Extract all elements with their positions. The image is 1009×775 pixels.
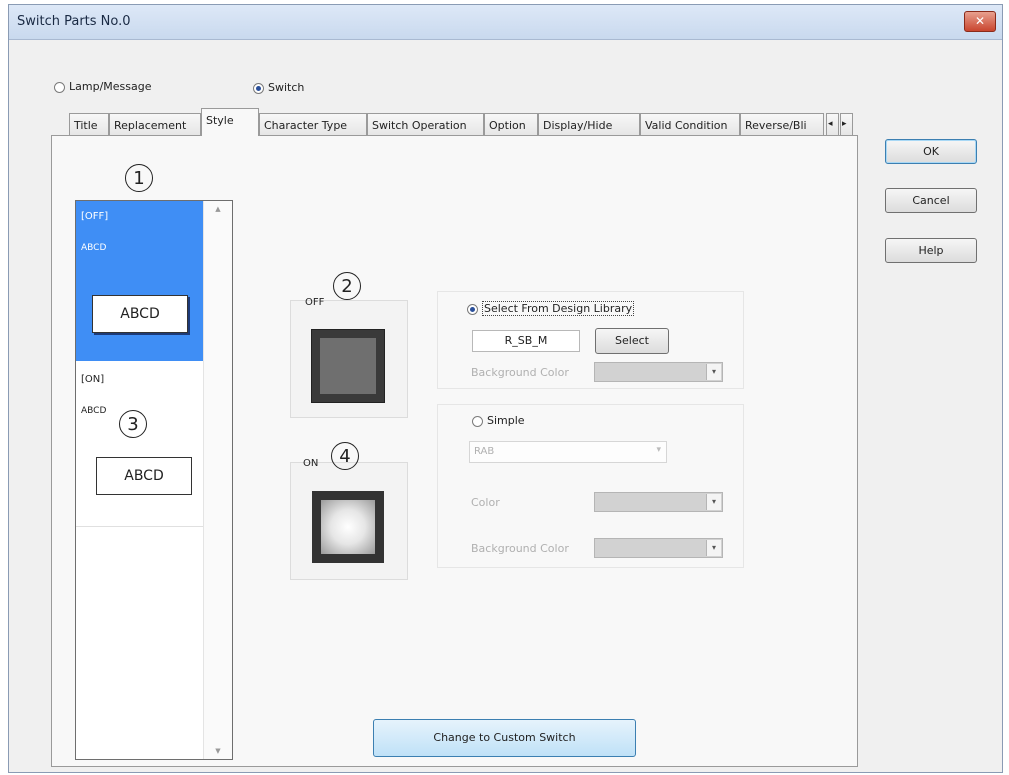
simple-color-label: Color [471,496,500,509]
on-preview-label: ON [303,458,319,469]
tab-option-label: Option [489,119,526,132]
tab-style[interactable]: Style [201,108,259,136]
tab-scroll-left-button[interactable]: ◂ [826,113,839,135]
off-preview-area [290,300,408,418]
list-item-off-preview-button: ABCD [92,295,188,333]
radio-design-library[interactable]: Select From Design Library [467,301,635,316]
radio-design-library-label: Select From Design Library [482,301,635,316]
tab-reverse-blink-label: Reverse/Bli [745,119,807,132]
list-item-on-label: [ON] [81,374,105,385]
chevron-down-icon: ▾ [706,494,721,510]
callout-4: 4 [331,442,359,470]
tab-scroll-right-button[interactable]: ▸ [840,113,853,135]
ok-button[interactable]: OK [885,139,977,164]
radio-simple-circle [472,415,483,427]
radio-design-library-circle [467,303,478,315]
radio-simple[interactable]: Simple [472,414,525,427]
tab-replacement-label: Replacement [114,119,187,132]
tab-switch-operation-label: Switch Operation [372,119,467,132]
help-button[interactable]: Help [885,238,977,263]
list-item-off-label: [OFF] [81,211,109,222]
chevron-down-icon: ▾ [656,445,661,455]
simple-color-dropdown[interactable]: ▾ [594,492,723,512]
off-switch-preview [311,329,385,403]
style-list[interactable]: [OFF] ABCD ABCD [ON] ABCD ABCD ▲ ▼ [75,200,233,760]
list-item-off-text: ABCD [81,243,107,253]
radio-switch-label: Switch [268,81,305,94]
callout-1: 1 [125,164,153,192]
tab-scroll-right-icon: ▸ [842,119,847,129]
design-bg-color-label: Background Color [471,366,569,379]
radio-switch-circle [253,82,264,94]
on-switch-preview [312,491,384,563]
title-bar: Switch Parts No.0 ✕ [9,5,1002,40]
chevron-down-icon: ▾ [706,364,721,380]
close-button[interactable]: ✕ [964,11,996,32]
tab-title[interactable]: Title [69,113,109,135]
tab-scroll-left-icon: ◂ [828,119,833,129]
tab-character-type-label: Character Type [264,119,348,132]
tab-reverse-blink[interactable]: Reverse/Bli [740,113,824,135]
list-divider [76,526,205,527]
tab-valid-condition[interactable]: Valid Condition [640,113,740,135]
on-preview-area [290,462,408,580]
design-library-value: R_SB_M [472,330,580,352]
window-title: Switch Parts No.0 [17,14,131,29]
radio-lamp-message-label: Lamp/Message [69,80,152,93]
tab-title-label: Title [74,119,98,132]
chevron-down-icon: ▾ [706,540,721,556]
tab-replacement[interactable]: Replacement [109,113,201,135]
list-scrollbar[interactable]: ▲ ▼ [203,201,232,759]
select-button[interactable]: Select [595,328,669,354]
off-preview-label: OFF [305,297,325,308]
simple-bg-color-dropdown[interactable]: ▾ [594,538,723,558]
scroll-down-arrow-icon[interactable]: ▼ [204,747,232,755]
tab-display-hide[interactable]: Display/Hide [538,113,640,135]
scroll-up-arrow-icon[interactable]: ▲ [204,205,232,213]
off-switch-face [320,338,376,394]
tab-style-label: Style [206,114,234,127]
radio-lamp-message-circle [54,81,65,93]
cancel-button[interactable]: Cancel [885,188,977,213]
callout-2: 2 [333,272,361,300]
radio-lamp-message[interactable]: Lamp/Message [54,80,151,93]
simple-bg-color-label: Background Color [471,542,569,555]
simple-shape-value: RAB [474,446,495,457]
tab-switch-operation[interactable]: Switch Operation [367,113,484,135]
tab-valid-condition-label: Valid Condition [645,119,728,132]
list-item-off[interactable]: [OFF] ABCD ABCD [76,201,205,361]
list-item-on-preview-button: ABCD [96,457,192,495]
callout-3: 3 [119,410,147,438]
radio-switch[interactable]: Switch [253,81,304,94]
simple-shape-dropdown[interactable]: RAB ▾ [469,441,667,463]
tab-option[interactable]: Option [484,113,538,135]
design-bg-color-dropdown[interactable]: ▾ [594,362,723,382]
on-switch-face [321,500,375,554]
tab-display-hide-label: Display/Hide [543,119,613,132]
tab-character-type[interactable]: Character Type [259,113,367,135]
radio-simple-label: Simple [487,414,525,427]
list-item-on-text: ABCD [81,406,107,416]
change-to-custom-switch-button[interactable]: Change to Custom Switch [373,719,636,757]
